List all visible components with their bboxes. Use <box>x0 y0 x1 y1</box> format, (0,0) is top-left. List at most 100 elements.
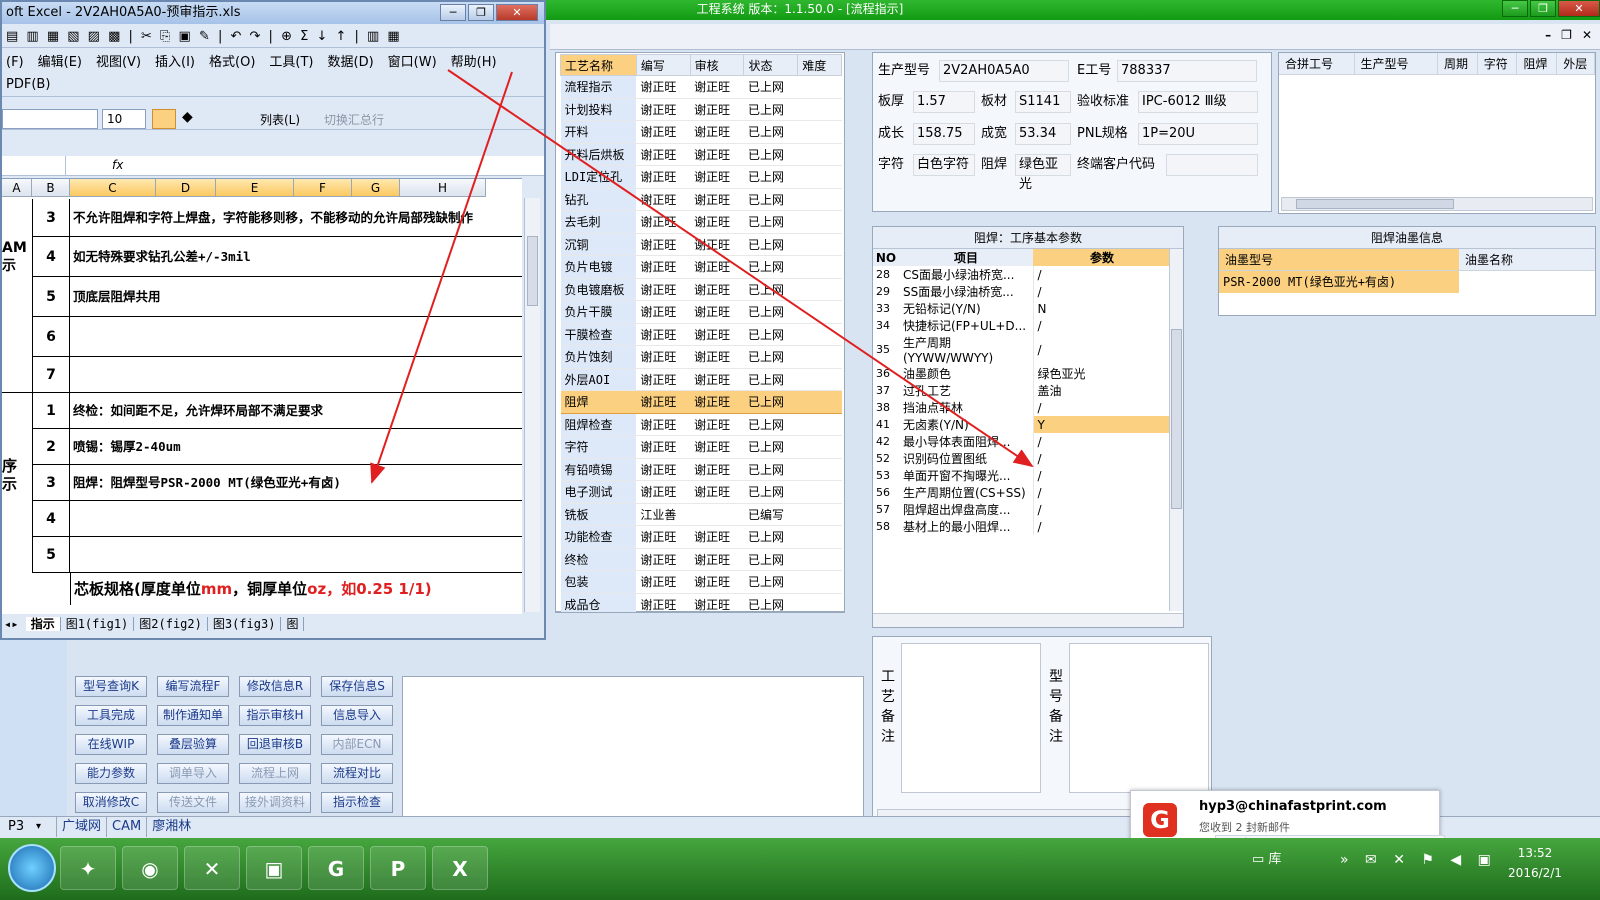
process-row[interactable]: 阻焊检查 谢正旺 谢正旺 已上网 <box>560 413 842 436</box>
log-area[interactable] <box>402 676 864 824</box>
param-hscroll[interactable] <box>873 613 1183 627</box>
param-row[interactable]: 56 生产周期位置(CS+SS) / <box>873 484 1171 501</box>
process-row[interactable]: 钻孔 谢正旺 谢正旺 已上网 <box>560 188 842 211</box>
action-button[interactable]: 工具完成 <box>75 705 147 726</box>
param-vscroll[interactable] <box>1169 249 1183 611</box>
sheet-vscroll[interactable] <box>524 198 540 612</box>
model-remark-textarea[interactable] <box>1069 643 1209 793</box>
excel-menu-item[interactable]: 格式(O) <box>209 52 255 74</box>
customer-field[interactable] <box>1166 154 1258 176</box>
taskbar-app-shell-icon[interactable]: ✦ <box>60 846 116 890</box>
action-button[interactable]: 型号查询K <box>75 676 147 697</box>
taskbar-app-p-icon[interactable]: P <box>370 846 426 890</box>
instruction-cell[interactable] <box>70 501 522 537</box>
action-button[interactable]: 指示审核H <box>239 705 311 726</box>
instruction-cell[interactable]: 如无特殊要求钻孔公差+/-3mil <box>70 237 522 277</box>
solder-field[interactable]: 绿色亚光 <box>1015 154 1071 192</box>
process-row[interactable]: 负片电镀 谢正旺 谢正旺 已上网 <box>560 255 842 279</box>
process-row[interactable]: 开料后烘板 谢正旺 谢正旺 已上网 <box>560 143 842 166</box>
instruction-cell[interactable]: 喷锡：锡厚2-40um <box>70 429 522 465</box>
process-row[interactable]: 铣板 江业善 已编写 <box>560 503 842 526</box>
process-row[interactable]: 流程指示 谢正旺 谢正旺 已上网 <box>560 75 842 99</box>
param-row[interactable]: 57 阻焊超出焊盘高度... / <box>873 501 1171 518</box>
param-row[interactable]: 38 挡油点菲林 / <box>873 399 1171 416</box>
action-button[interactable]: 指示检查 <box>321 792 393 813</box>
action-button[interactable]: 编写流程F <box>157 676 229 697</box>
process-row[interactable]: 干膜检查 谢正旺 谢正旺 已上网 <box>560 323 842 346</box>
fill-color-icon[interactable]: ◆ <box>182 109 206 129</box>
action-button[interactable]: 信息导入 <box>321 705 393 726</box>
param-row[interactable]: 29 SS面最小绿油桥宽... / <box>873 283 1171 300</box>
action-button[interactable]: 内部ECN <box>321 734 393 755</box>
core-spec-row[interactable]: 芯板规格(厚度单位mm，铜厚单位oz，如0.25 1/1) <box>70 573 522 605</box>
instruction-cell[interactable]: 阻焊：阻焊型号PSR-2000 MT(绿色亚光+有卤) <box>70 465 522 501</box>
sheet-tab[interactable]: 图1(fig1) <box>60 617 135 631</box>
status-cell[interactable]: P3 <box>8 817 24 837</box>
process-row[interactable]: 开料 谢正旺 谢正旺 已上网 <box>560 120 842 144</box>
instruction-cell[interactable] <box>70 357 522 393</box>
taskbar-app-x-icon[interactable]: ✕ <box>184 846 240 890</box>
sheet-tab[interactable]: 图 <box>281 617 305 631</box>
window-minimize-button[interactable]: ─ <box>1502 0 1528 17</box>
pnl-field[interactable]: 1P=20U <box>1138 123 1258 145</box>
width-field[interactable]: 53.34 <box>1015 123 1071 145</box>
excel-close-button[interactable]: ✕ <box>496 4 538 21</box>
action-button[interactable]: 接外调资料 <box>239 792 311 813</box>
column-header-b[interactable]: B <box>32 179 70 197</box>
process-row[interactable]: 计划投料 谢正旺 谢正旺 已上网 <box>560 98 842 121</box>
column-header-c[interactable]: C <box>70 179 156 197</box>
process-row[interactable]: 阻焊 谢正旺 谢正旺 已上网 <box>560 390 842 414</box>
process-row[interactable]: 电子测试 谢正旺 谢正旺 已上网 <box>560 480 842 504</box>
process-row[interactable]: 负片干膜 谢正旺 谢正旺 已上网 <box>560 300 842 324</box>
param-row[interactable]: 41 无卤素(Y/N) Y <box>873 416 1171 433</box>
merge-scroll-thumb[interactable] <box>1296 199 1454 209</box>
sheet-tab[interactable]: 图2(fig2) <box>134 617 208 631</box>
param-row[interactable]: 53 单面开窗不掏曝光... / <box>873 467 1171 484</box>
taskbar-app-g-icon[interactable]: G <box>308 846 364 890</box>
excel-menu-item[interactable]: (F) <box>6 52 24 74</box>
action-button[interactable]: 制作通知单 <box>157 705 229 726</box>
window-maximize-button[interactable]: ❐ <box>1530 0 1556 17</box>
window-close-button[interactable]: ✕ <box>1558 0 1600 17</box>
column-header-a[interactable]: A <box>2 179 32 197</box>
sheet-tab[interactable]: 指示 <box>25 617 61 631</box>
column-header-g[interactable]: G <box>352 179 400 197</box>
excel-menu-item[interactable]: 工具(T) <box>269 52 313 74</box>
eno-field[interactable]: 788337 <box>1117 60 1257 82</box>
action-button[interactable]: 调单导入 <box>157 763 229 784</box>
column-header-d[interactable]: D <box>156 179 216 197</box>
tray-clock[interactable]: 13:52 2016/2/1 <box>1500 846 1570 880</box>
font-size-select[interactable]: 10 <box>102 109 146 129</box>
action-button[interactable]: 流程对比 <box>321 763 393 784</box>
column-header-e[interactable]: E <box>216 179 294 197</box>
ink-row[interactable]: PSR-2000 MT(绿色亚光+有卤) <box>1219 271 1595 293</box>
excel-menu-item[interactable]: 插入(I) <box>155 52 195 74</box>
excel-menu-item[interactable]: 编辑(E) <box>38 52 82 74</box>
name-box[interactable] <box>2 156 66 175</box>
excel-menu-item[interactable]: 窗口(W) <box>388 52 437 74</box>
taskbar-app-excel-icon[interactable]: X <box>432 846 488 890</box>
process-row[interactable]: 终检 谢正旺 谢正旺 已上网 <box>560 548 842 571</box>
process-row[interactable]: 包装 谢正旺 谢正旺 已上网 <box>560 570 842 594</box>
model-field[interactable]: 2V2AH0A5A0 <box>939 60 1069 82</box>
action-button[interactable]: 在线WIP <box>75 734 147 755</box>
tray-folder-icon[interactable]: ▭ 库 <box>1252 848 1281 867</box>
excel-menu-item[interactable]: 视图(V) <box>96 52 141 74</box>
excel-maximize-button[interactable]: ❐ <box>468 4 494 21</box>
process-row[interactable]: LDI定位孔 谢正旺 谢正旺 已上网 <box>560 165 842 189</box>
start-button[interactable] <box>8 844 56 892</box>
material-field[interactable]: S1141 <box>1015 91 1071 113</box>
process-remark-textarea[interactable] <box>901 643 1041 793</box>
param-row[interactable]: 52 识别码位置图纸 / <box>873 450 1171 467</box>
mdi-restore-button[interactable]: ❐ <box>1561 28 1572 42</box>
action-button[interactable]: 叠层验算 <box>157 734 229 755</box>
process-row[interactable]: 去毛刺 谢正旺 谢正旺 已上网 <box>560 210 842 234</box>
tray-icons[interactable]: » ✉ ✕ ⚑ ◀ ▣ <box>1340 852 1497 868</box>
param-row[interactable]: 28 CS面最小绿油桥宽... / <box>873 266 1171 283</box>
process-row[interactable]: 沉铜 谢正旺 谢正旺 已上网 <box>560 233 842 256</box>
instruction-cell[interactable] <box>70 537 522 573</box>
action-button[interactable]: 传送文件 <box>157 792 229 813</box>
mdi-minimize-button[interactable]: – <box>1545 28 1551 42</box>
toggle-total-button[interactable]: 切换汇总行 <box>324 111 384 128</box>
param-row[interactable]: 42 最小导体表面阻焊... / <box>873 433 1171 450</box>
